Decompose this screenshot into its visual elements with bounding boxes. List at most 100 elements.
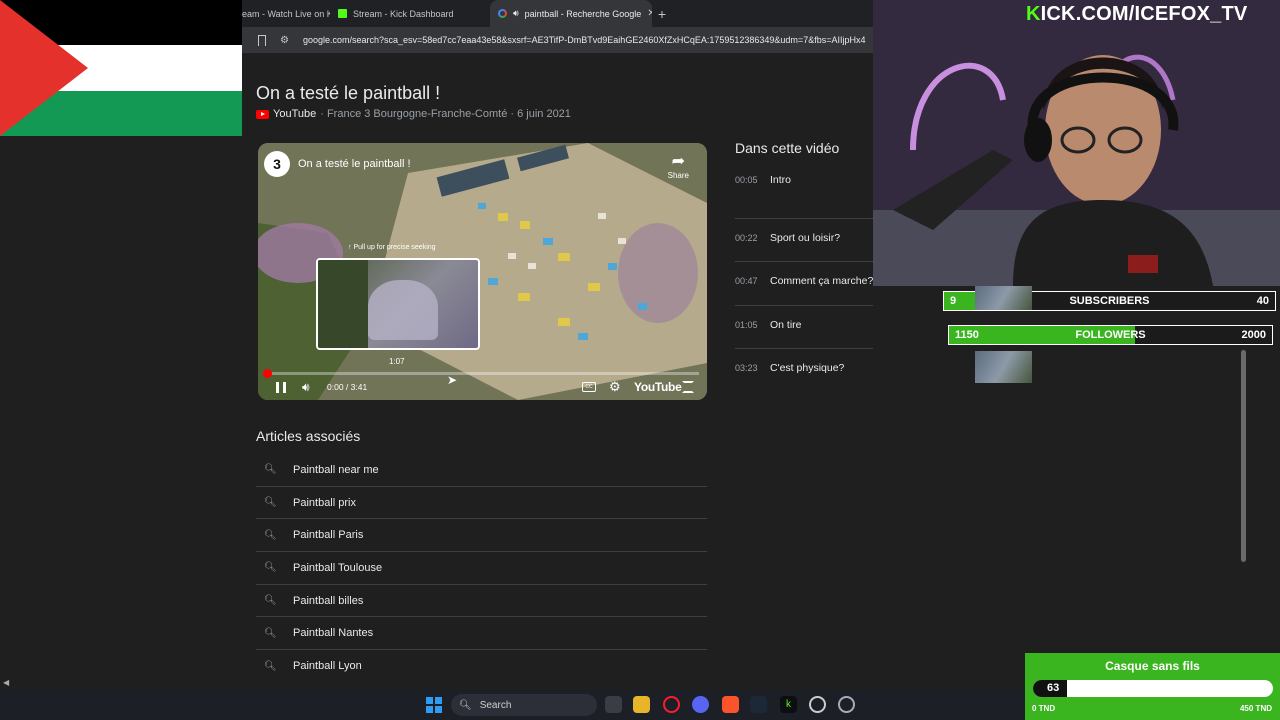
followers-goal: 2000 [1241, 329, 1266, 341]
url-text[interactable]: google.com/search?sca_esv=58ed7cc7eaa43e… [303, 35, 866, 45]
settings-gear-icon[interactable]: ⚙︎ [609, 379, 621, 395]
mouse-cursor-icon: ➤ [447, 373, 458, 387]
kick-favicon-icon [338, 9, 347, 18]
related-searches-list: 🔍︎ Paintball near me 🔍︎ Paintball prix 🔍︎ P… [256, 454, 707, 683]
tab-title: paintball - Recherche Google [524, 8, 642, 19]
file-explorer-icon[interactable] [633, 696, 650, 713]
task-view-icon[interactable] [605, 696, 622, 713]
site-info-icon[interactable]: ⚙︎ [280, 35, 289, 46]
seek-hint: ↑ Pull up for precise seeking [348, 244, 436, 251]
share-icon: ➦ [671, 153, 686, 170]
video-source: YouTube · France 3 Bourgogne-Franche-Com… [256, 108, 571, 120]
source-site: YouTube [273, 108, 317, 120]
related-search-item[interactable]: 🔍︎ Paintball near me [256, 454, 707, 487]
video-progress-bar[interactable] [263, 369, 699, 378]
player-controls: 🔊︎ 0:00 / 3:41 CC ⚙︎ YouTube [258, 376, 707, 400]
tab-kick-dashboard[interactable]: Stream - Kick Dashboard [330, 0, 490, 27]
chapter-name: Comment ça marche? [770, 275, 873, 287]
google-favicon-icon [498, 9, 507, 18]
search-icon: 🔍︎ [264, 595, 277, 607]
kick-channel-url: KICK.COM/ICEFOX_TV [1026, 3, 1247, 26]
chapter-time: 03:23 [735, 363, 758, 373]
fullscreen-icon[interactable] [682, 381, 694, 393]
search-icon: 🔍︎ [264, 529, 277, 541]
horizontal-scrollbar[interactable]: ◀ [0, 678, 1025, 690]
steam-icon[interactable] [750, 696, 767, 713]
search-icon: 🔍︎ [459, 699, 472, 711]
tab-kick-live[interactable]: eam - Watch Live on K [242, 0, 330, 27]
donation-goal-widget: Casque sans fils 63 0 TND 450 TND [1025, 653, 1280, 720]
windows-start-icon[interactable] [426, 697, 442, 713]
page-scrollbar[interactable] [1241, 350, 1246, 562]
taskbar-search-placeholder: Search [479, 699, 512, 711]
address-bar[interactable]: ⚙︎ google.com/search?sca_esv=58ed7cc7eaa… [242, 27, 873, 53]
related-search-item[interactable]: 🔍︎ Paintball prix [256, 487, 707, 520]
app-icon[interactable] [838, 696, 855, 713]
palestine-flag-image [0, 0, 242, 136]
windows-taskbar: 🔍︎ Search k [0, 690, 1025, 720]
brave-icon[interactable] [722, 696, 739, 713]
tab-google-search[interactable]: 🔊︎ paintball - Recherche Google ✕ [490, 0, 652, 27]
chapter-item[interactable]: 00:05 Intro [735, 174, 873, 218]
kick-app-icon[interactable]: k [780, 696, 797, 713]
chapter-time: 01:05 [735, 319, 758, 330]
related-search-label: Paintball Paris [293, 529, 364, 542]
related-search-label: Paintball Toulouse [293, 561, 383, 574]
screen: eam - Watch Live on K Stream - Kick Dash… [0, 0, 1280, 720]
search-icon: 🔍︎ [264, 562, 277, 574]
scroll-left-icon[interactable]: ◀ [3, 678, 9, 687]
chapter-name: On tire [770, 318, 802, 331]
taskbar-search[interactable]: 🔍︎ Search [451, 694, 597, 716]
youtube-logo[interactable]: YouTube [634, 380, 682, 394]
left-overlay-panel [0, 0, 242, 690]
chrome-icon[interactable] [809, 696, 826, 713]
chapter-item[interactable]: 00:22 Sport ou loisir? [735, 217, 873, 262]
youtube-icon [256, 109, 269, 119]
webcam-image [873, 0, 1280, 286]
goal-max: 450 TND [1239, 704, 1272, 713]
goal-min: 0 TND [1032, 704, 1056, 713]
related-search-item[interactable]: 🔍︎ Paintball Nantes [256, 617, 707, 651]
kick-url-rest: ICK.COM/ICEFOX_TV [1040, 3, 1248, 25]
related-search-label: Paintball Nantes [293, 627, 374, 640]
bookmark-icon[interactable] [258, 34, 266, 46]
channel-logo[interactable]: 3 [264, 151, 290, 177]
chapter-item[interactable]: 01:05 On tire [735, 304, 873, 349]
chapter-item[interactable]: 00:47 Comment ça marche? [735, 261, 873, 305]
chapter-name: Sport ou loisir? [770, 231, 841, 244]
new-tab-button[interactable]: + [652, 6, 672, 22]
share-button[interactable]: ➦ Share [668, 151, 689, 180]
related-search-label: Paintball Lyon [293, 660, 362, 673]
video-thumbnails-strip [975, 286, 1032, 384]
video-player[interactable]: 3 On a testé le paintball ! ➦ Share ↑ Pu… [258, 143, 707, 400]
search-icon: 🔍︎ [264, 464, 277, 476]
chapter-time: 00:47 [735, 276, 758, 286]
thumbnail-image [975, 351, 1032, 383]
related-search-item[interactable]: 🔍︎ Paintball Toulouse [256, 552, 707, 585]
chapter-name: Intro [770, 174, 792, 186]
related-articles-heading: Articles associés [256, 428, 361, 444]
seek-hover-time: 1:07 [389, 357, 405, 366]
related-search-label: Paintball billes [293, 594, 364, 607]
share-label: Share [667, 171, 689, 180]
browser-tab-bar: eam - Watch Live on K Stream - Kick Dash… [242, 0, 873, 27]
pause-icon[interactable] [276, 382, 286, 393]
captions-icon[interactable]: CC [582, 382, 596, 392]
seek-preview-thumbnail [316, 258, 480, 350]
chapter-name: C'est physique? [770, 362, 845, 374]
video-title[interactable]: On a testé le paintball ! [256, 83, 440, 104]
volume-icon[interactable]: 🔊︎ [302, 380, 310, 395]
related-search-label: Paintball near me [293, 463, 379, 476]
kick-url-letter: K [1026, 3, 1041, 25]
related-search-item[interactable]: 🔍︎ Paintball Paris [256, 519, 707, 553]
search-icon: 🔍︎ [264, 497, 277, 509]
streamer-webcam [873, 0, 1280, 286]
tab-title: Stream - Kick Dashboard [353, 8, 454, 19]
discord-icon[interactable] [692, 696, 709, 713]
player-video-title[interactable]: On a testé le paintball ! [298, 158, 411, 170]
related-search-item[interactable]: 🔍︎ Paintball billes [256, 585, 707, 618]
chapters-heading: Dans cette vidéo [735, 140, 840, 156]
chapter-item[interactable]: 03:23 C'est physique? [735, 348, 873, 392]
thumbnail-image [975, 286, 1032, 310]
opera-icon[interactable] [663, 696, 680, 713]
